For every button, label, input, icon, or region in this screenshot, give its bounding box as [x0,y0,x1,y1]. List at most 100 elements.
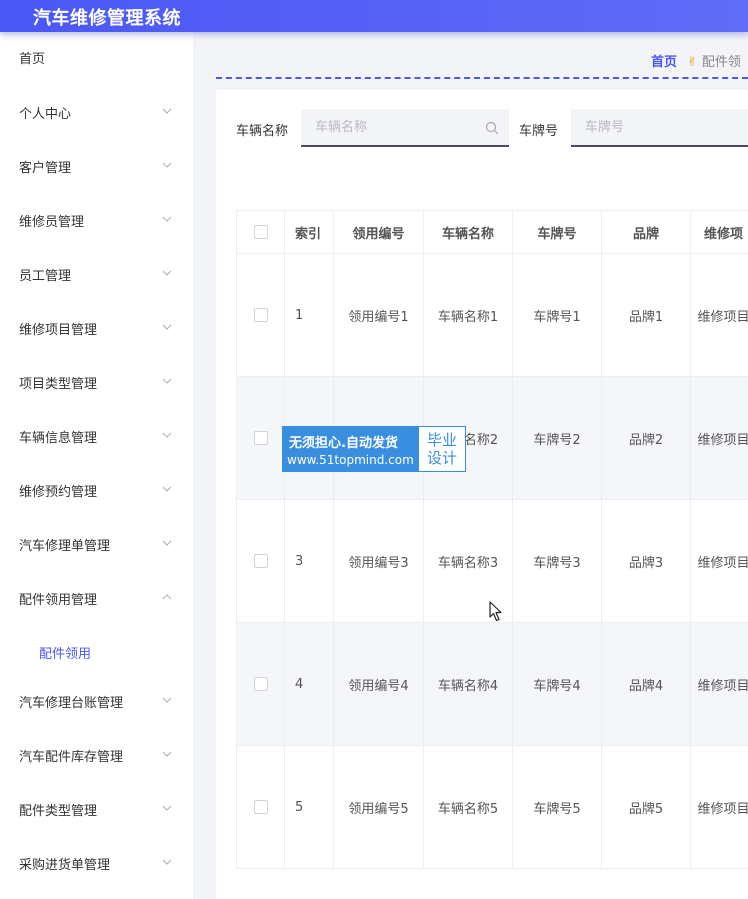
sidebar-item-home[interactable]: 首页 [0,38,193,78]
checkbox[interactable] [253,554,268,568]
mouse-cursor-icon [489,601,503,627]
chevron-down-icon [161,321,173,333]
sidebar-item-label: 维修项目管理 [19,323,98,338]
cell-brand: 品牌3 [601,499,691,623]
table-row[interactable]: 5 领用编号5 车辆名称5 车牌号5 品牌5 维修项目 [236,745,748,869]
cell-brand: 品牌2 [601,376,691,500]
cell-requisition-no: 领用编号1 [333,253,424,377]
cell-brand: 品牌5 [601,745,691,869]
sidebar-item-label: 汽车修理台账管理 [19,696,124,711]
watermark-tag: 毕业 设计 [419,427,465,471]
sidebar-item-project-types[interactable]: 项目类型管理 [0,363,193,403]
sidebar-item-repair-orders[interactable]: 汽车修理单管理 [0,525,193,565]
sidebar-item-purchase-orders[interactable]: 采购进货单管理 [0,844,193,884]
header-repair-project[interactable]: 维修项 [690,210,748,254]
header-select-all[interactable] [236,210,285,254]
sidebar-item-label: 员工管理 [19,269,72,284]
chevron-down-icon [161,694,173,706]
sidebar-item-parts-types[interactable]: 配件类型管理 [0,790,193,830]
watermark-line2: www.51topmind.com [287,453,414,467]
header-requisition-no[interactable]: 领用编号 [333,210,424,254]
sidebar-item-repair-ledger[interactable]: 汽车修理台账管理 [0,682,193,722]
cell-repair-project: 维修项目 [690,253,748,377]
sidebar-item-label: 项目类型管理 [19,377,98,392]
row-select[interactable] [236,253,285,377]
checkbox[interactable] [253,225,268,239]
sidebar-item-label: 首页 [19,52,46,67]
cell-plate-no: 车牌号4 [512,622,602,746]
sidebar-subitem-parts-requisition[interactable]: 配件领用 [0,634,193,668]
cell-repair-project: 维修项目 [690,376,748,500]
header-vehicle-name[interactable]: 车辆名称 [423,210,513,254]
watermark-badge: 无须担心.自动发货 www.51topmind.com 毕业 设计 [282,426,466,472]
row-select[interactable] [236,499,285,623]
cell-requisition-no: 领用编号4 [333,622,424,746]
chevron-down-icon [161,267,173,279]
cell-plate-no: 车牌号3 [512,499,602,623]
chevron-down-icon [161,748,173,760]
checkbox[interactable] [253,431,268,445]
vehicle-name-input[interactable] [301,109,509,147]
sidebar-item-appointments[interactable]: 维修预约管理 [0,471,193,511]
app-title: 汽车维修管理系统 [33,8,181,29]
content-panel: 车辆名称 车牌号 索引 领用编号 车辆名称 车牌号 品牌 维修项 [216,90,748,899]
header-index[interactable]: 索引 [284,210,334,254]
cell-vehicle-name: 车辆名称1 [423,253,513,377]
sidebar-item-label: 维修预约管理 [19,485,98,500]
search-icon[interactable] [485,121,499,135]
table-row[interactable]: 4 领用编号4 车辆名称4 车牌号4 品牌4 维修项目 [236,622,748,746]
cell-brand: 品牌4 [601,622,691,746]
row-select[interactable] [236,622,285,746]
cell-plate-no: 车牌号2 [512,376,602,500]
sidebar-item-label: 客户管理 [19,161,72,176]
hand-pointer-icon: ✌ [687,55,698,70]
cell-repair-project: 维修项目 [690,745,748,869]
sidebar-item-customers[interactable]: 客户管理 [0,147,193,187]
table-row[interactable]: 1 领用编号1 车辆名称1 车牌号1 品牌1 维修项目 [236,253,748,377]
requisition-table: 索引 领用编号 车辆名称 车牌号 品牌 维修项 1 领用编号1 车辆名称1 车牌… [236,210,748,869]
cell-index: 5 [284,745,334,869]
chevron-down-icon [161,213,173,225]
cell-requisition-no: 领用编号5 [333,745,424,869]
sidebar-item-parts-requisition[interactable]: 配件领用管理 [0,579,193,619]
cell-index: 4 [284,622,334,746]
row-select[interactable] [236,376,285,500]
cell-vehicle-name: 车辆名称5 [423,745,513,869]
row-select[interactable] [236,745,285,869]
chevron-down-icon [161,802,173,814]
chevron-down-icon [161,105,173,117]
breadcrumb: 首页 ✌ 配件领 [651,51,741,70]
cell-requisition-no: 领用编号3 [333,499,424,623]
watermark-text-block: 无须担心.自动发货 www.51topmind.com [283,427,419,471]
sidebar-item-label: 配件领用管理 [19,593,98,608]
checkbox[interactable] [253,677,268,691]
chevron-down-icon [161,856,173,868]
sidebar-item-repair-projects[interactable]: 维修项目管理 [0,309,193,349]
chevron-down-icon [161,537,173,549]
cell-repair-project: 维修项目 [690,499,748,623]
sidebar-item-employees[interactable]: 员工管理 [0,255,193,295]
sidebar-item-mechanics[interactable]: 维修员管理 [0,201,193,241]
breadcrumb-home[interactable]: 首页 [651,55,677,70]
cell-repair-project: 维修项目 [690,622,748,746]
table-header-row: 索引 领用编号 车辆名称 车牌号 品牌 维修项 [236,210,748,254]
checkbox[interactable] [253,800,268,814]
sidebar-item-label: 维修员管理 [19,215,85,230]
watermark-tag-line2: 设计 [426,449,457,467]
sidebar: 首页 个人中心 客户管理 维修员管理 员工管理 维修项目管理 项目类型管理 车辆… [0,32,193,899]
chevron-down-icon [161,429,173,441]
sidebar-item-vehicles[interactable]: 车辆信息管理 [0,417,193,457]
cell-plate-no: 车牌号1 [512,253,602,377]
sidebar-item-label: 汽车修理单管理 [19,539,111,554]
plate-input[interactable] [571,109,748,147]
checkbox[interactable] [253,308,268,322]
chevron-down-icon [161,375,173,387]
sidebar-item-label: 个人中心 [19,107,72,122]
sidebar-item-label: 汽车配件库存管理 [19,750,124,765]
header-plate-no[interactable]: 车牌号 [512,210,602,254]
cell-brand: 品牌1 [601,253,691,377]
watermark-line1: 无须担心.自动发货 [289,436,398,451]
header-brand[interactable]: 品牌 [601,210,691,254]
sidebar-item-parts-inventory[interactable]: 汽车配件库存管理 [0,736,193,776]
sidebar-item-profile[interactable]: 个人中心 [0,93,193,133]
